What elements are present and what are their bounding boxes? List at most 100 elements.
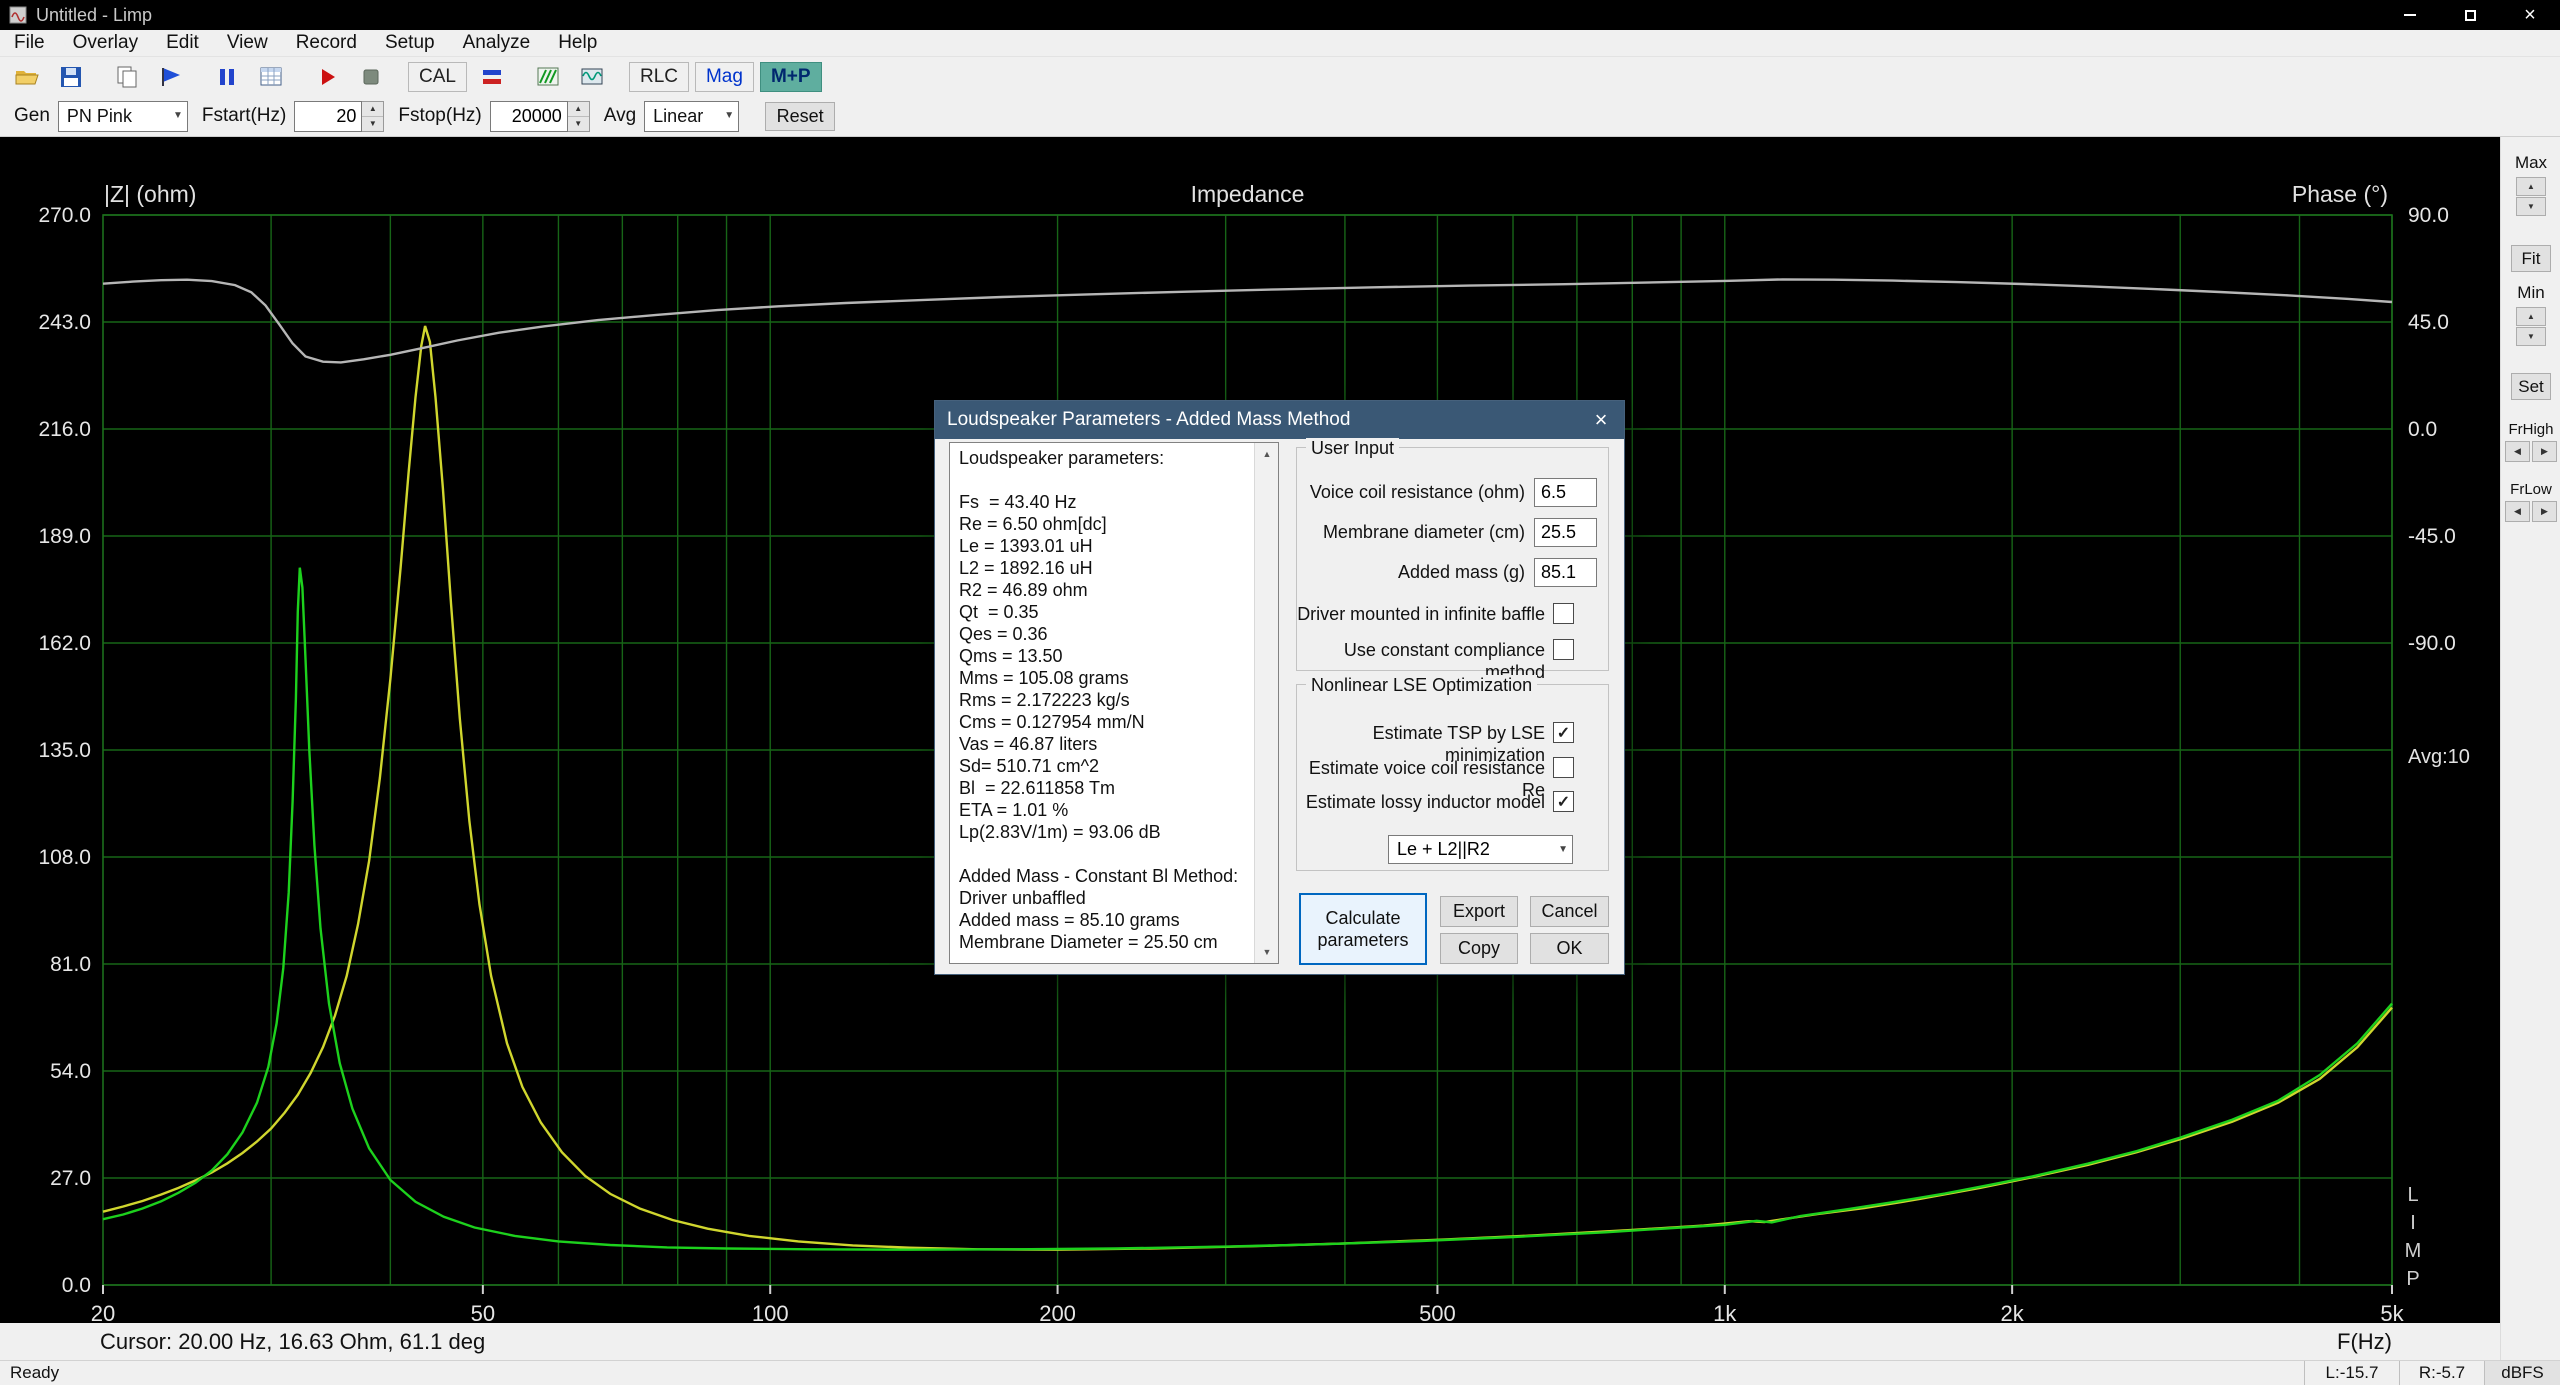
added-mass-input[interactable] [1534, 558, 1597, 587]
parameter-line: Rms = 2.172223 kg/s [959, 689, 1250, 711]
max-down-button[interactable]: ▼ [2516, 197, 2546, 216]
arrow-up-icon[interactable]: ▲ [362, 102, 383, 117]
calibrate-label: CAL [419, 66, 456, 88]
arrow-down-icon: ▼ [1263, 947, 1272, 957]
status-bar: Ready L:-15.7 R:-5.7 dBFS [0, 1360, 2560, 1385]
parameter-line: Qms = 13.50 [959, 645, 1250, 667]
menu-item[interactable]: File [0, 30, 59, 57]
arrow-up-icon[interactable]: ▲ [568, 102, 589, 117]
set-label: Set [2518, 377, 2544, 397]
frhigh-right-button[interactable]: ▶ [2532, 441, 2557, 462]
arrow-down-icon[interactable]: ▼ [362, 117, 383, 131]
scroll-down-button[interactable]: ▼ [1255, 941, 1279, 963]
parameter-line: Added mass = 85.10 grams [959, 909, 1250, 931]
z-tick-label: 216.0 [38, 418, 91, 441]
fit-button[interactable]: Fit [2511, 245, 2551, 272]
copy-label: Copy [1458, 938, 1500, 959]
dialog-title-bar[interactable]: Loudspeaker Parameters - Added Mass Meth… [935, 401, 1624, 439]
set-button[interactable]: Set [2511, 373, 2551, 400]
dual-trace-button[interactable] [473, 61, 511, 93]
stop-button[interactable] [352, 61, 390, 93]
parameter-line: Re = 6.50 ohm[dc] [959, 513, 1250, 535]
magnitude-phase-button[interactable]: M+P [760, 62, 822, 92]
menu-item[interactable]: Setup [371, 30, 449, 57]
fstop-label: Fstop(Hz) [398, 105, 481, 127]
reset-button[interactable]: Reset [765, 102, 835, 131]
copy-graph-button[interactable] [108, 61, 146, 93]
open-file-button[interactable] [8, 61, 46, 93]
maximize-icon [2465, 10, 2476, 21]
voice-coil-resistance-input[interactable] [1534, 478, 1597, 507]
generator-select[interactable]: PN Pink ▼ [58, 101, 188, 132]
menu-item[interactable]: Help [544, 30, 611, 57]
record-button[interactable] [308, 61, 346, 93]
constant-compliance-checkbox[interactable] [1553, 639, 1574, 660]
frlow-right-button[interactable]: ▶ [2532, 501, 2557, 522]
fstop-input[interactable] [490, 101, 568, 132]
pause-icon [214, 64, 240, 90]
parameter-line: Mms = 105.08 grams [959, 667, 1250, 689]
maximize-button[interactable] [2440, 0, 2500, 30]
x-tick-label: 500 [1419, 1301, 1456, 1323]
listbox-scrollbar[interactable]: ▲ ▼ [1254, 443, 1278, 963]
estimate-tsp-checkbox[interactable]: ✓ [1553, 722, 1574, 743]
magnitude-button[interactable]: Mag [695, 62, 754, 92]
calculate-parameters-button[interactable]: Calculate parameters [1299, 893, 1427, 965]
magnitude-label: Mag [706, 66, 743, 88]
fstart-input[interactable] [294, 101, 362, 132]
level-units: dBFS [2484, 1361, 2560, 1385]
membrane-diameter-input[interactable] [1534, 518, 1597, 547]
save-button[interactable] [52, 61, 90, 93]
min-label: Min [2501, 283, 2560, 303]
spectrum-icon [535, 64, 561, 90]
app-icon [9, 6, 27, 24]
lossy-inductor-checkbox[interactable]: ✓ [1553, 791, 1574, 812]
menu-item[interactable]: Overlay [59, 30, 152, 57]
scroll-up-button[interactable]: ▲ [1255, 443, 1279, 465]
arrow-up-icon: ▲ [2527, 182, 2535, 191]
frlow-left-button[interactable]: ◀ [2505, 501, 2530, 522]
minimize-button[interactable] [2380, 0, 2440, 30]
x-tick-label: 100 [752, 1301, 789, 1323]
arrow-down-icon: ▼ [2527, 202, 2535, 211]
copy-button[interactable]: Copy [1440, 933, 1518, 964]
chevron-down-icon: ▼ [724, 110, 734, 121]
export-button[interactable]: Export [1440, 896, 1518, 927]
min-down-button[interactable]: ▼ [2516, 327, 2546, 346]
ok-button[interactable]: OK [1530, 933, 1609, 964]
rlc-button[interactable]: RLC [629, 62, 689, 92]
inductor-model-select[interactable]: Le + L2||R2 ▼ [1388, 835, 1573, 864]
field-label: Added mass (g) [1305, 558, 1525, 587]
x-tick-label: 5k [2380, 1301, 2404, 1323]
calibrate-button[interactable]: CAL [408, 62, 467, 92]
infinite-baffle-checkbox[interactable] [1553, 603, 1574, 624]
spectrum-button[interactable] [529, 61, 567, 93]
averaging-value: Linear [653, 106, 703, 127]
parameter-line: Added Mass - Constant Bl Method: [959, 865, 1250, 887]
dialog-close-button[interactable]: × [1578, 401, 1624, 439]
z-tick-label: 243.0 [38, 311, 91, 334]
menu-item[interactable]: Analyze [449, 30, 545, 57]
scope-button[interactable] [573, 61, 611, 93]
marker-button[interactable] [152, 61, 190, 93]
calculate-label: Calculate parameters [1315, 907, 1411, 951]
frhigh-left-button[interactable]: ◀ [2505, 441, 2530, 462]
menu-bar: FileOverlayEditViewRecordSetupAnalyzeHel… [0, 30, 2560, 57]
pause-button[interactable] [208, 61, 246, 93]
min-up-button[interactable]: ▲ [2516, 307, 2546, 326]
max-up-button[interactable]: ▲ [2516, 177, 2546, 196]
z-tick-label: 135.0 [38, 739, 91, 762]
close-button[interactable]: × [2500, 0, 2560, 30]
cancel-button[interactable]: Cancel [1530, 896, 1609, 927]
menu-item[interactable]: View [213, 30, 282, 57]
parameters-listbox[interactable]: Loudspeaker parameters:Fs = 43.40 HzRe =… [949, 442, 1279, 964]
menu-item[interactable]: Edit [152, 30, 213, 57]
menu-item[interactable]: Record [282, 30, 371, 57]
arrow-down-icon[interactable]: ▼ [568, 117, 589, 131]
limp-letter: M [2400, 1237, 2426, 1265]
table-view-button[interactable] [252, 61, 290, 93]
averaging-select[interactable]: Linear ▼ [644, 101, 739, 132]
phase-tick-label: 45.0 [2408, 311, 2449, 334]
averages-indicator: Avg:10 [2408, 746, 2470, 769]
estimate-re-checkbox[interactable] [1553, 757, 1574, 778]
